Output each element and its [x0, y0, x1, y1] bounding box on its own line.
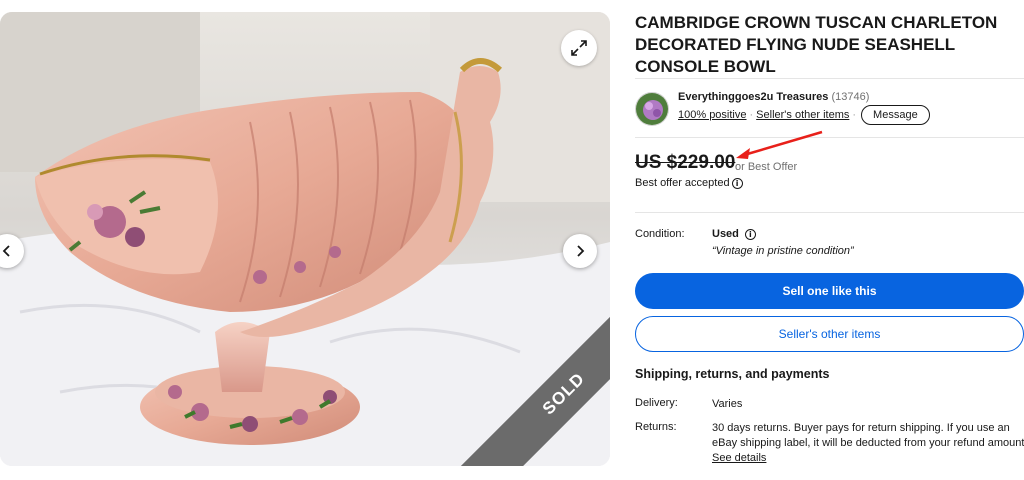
condition-description: “Vintage in pristine condition”	[712, 245, 854, 257]
returns-label: Returns:	[635, 421, 677, 433]
chevron-left-icon	[2, 245, 10, 257]
seller-positive-link[interactable]: 100% positive	[678, 109, 747, 121]
product-photo[interactable]	[0, 12, 610, 466]
message-button[interactable]: Message	[861, 105, 930, 125]
item-title: CAMBRIDGE CROWN TUSCAN CHARLETON DECORAT…	[635, 13, 998, 76]
divider	[635, 137, 1024, 138]
see-details-link[interactable]: See details	[712, 452, 766, 464]
delivery-label: Delivery:	[635, 397, 678, 409]
chevron-right-icon	[577, 245, 585, 257]
next-image-button[interactable]	[563, 234, 597, 268]
seller-feedback-count: (13746)	[831, 91, 870, 103]
seller-avatar[interactable]	[635, 92, 669, 126]
condition-info-icon[interactable]: i	[744, 228, 756, 240]
separator-dot: ·	[749, 109, 754, 121]
expand-image-button[interactable]	[561, 30, 597, 66]
seller-other-items-link[interactable]: Seller's other items	[756, 109, 849, 121]
separator-dot: ·	[852, 109, 857, 121]
item-price: US $229.00	[635, 152, 736, 173]
divider	[635, 212, 1024, 213]
seller-links: 100% positive · Seller's other items · M…	[678, 105, 930, 125]
annotation-arrow	[736, 130, 823, 159]
expand-icon	[571, 40, 587, 56]
seller-name-text[interactable]: Everythinggoes2u Treasures	[678, 91, 828, 103]
condition-value: Used i	[712, 228, 756, 240]
seller-name[interactable]: Everythinggoes2u Treasures (13746)	[678, 91, 869, 103]
offer-accepted-text: Best offer accepted	[635, 177, 730, 189]
shipping-section-title: Shipping, returns, and payments	[635, 367, 830, 381]
returns-text: 30 days returns. Buyer pays for return s…	[712, 422, 1024, 449]
sellers-other-items-button[interactable]: Seller's other items	[635, 316, 1024, 352]
seller-avatar-image	[636, 93, 668, 125]
offer-accepted: Best offer accepted i	[635, 177, 743, 189]
sell-one-like-this-button[interactable]: Sell one like this	[635, 273, 1024, 309]
best-offer-text: or Best Offer	[735, 161, 798, 173]
info-icon[interactable]: i	[731, 177, 743, 189]
image-gallery: SOLD	[0, 12, 610, 466]
returns-value: 30 days returns. Buyer pays for return s…	[712, 421, 1024, 466]
condition-value-text: Used	[712, 228, 739, 240]
condition-label: Condition:	[635, 228, 685, 240]
delivery-value: Varies	[712, 398, 743, 410]
divider	[635, 78, 1024, 79]
